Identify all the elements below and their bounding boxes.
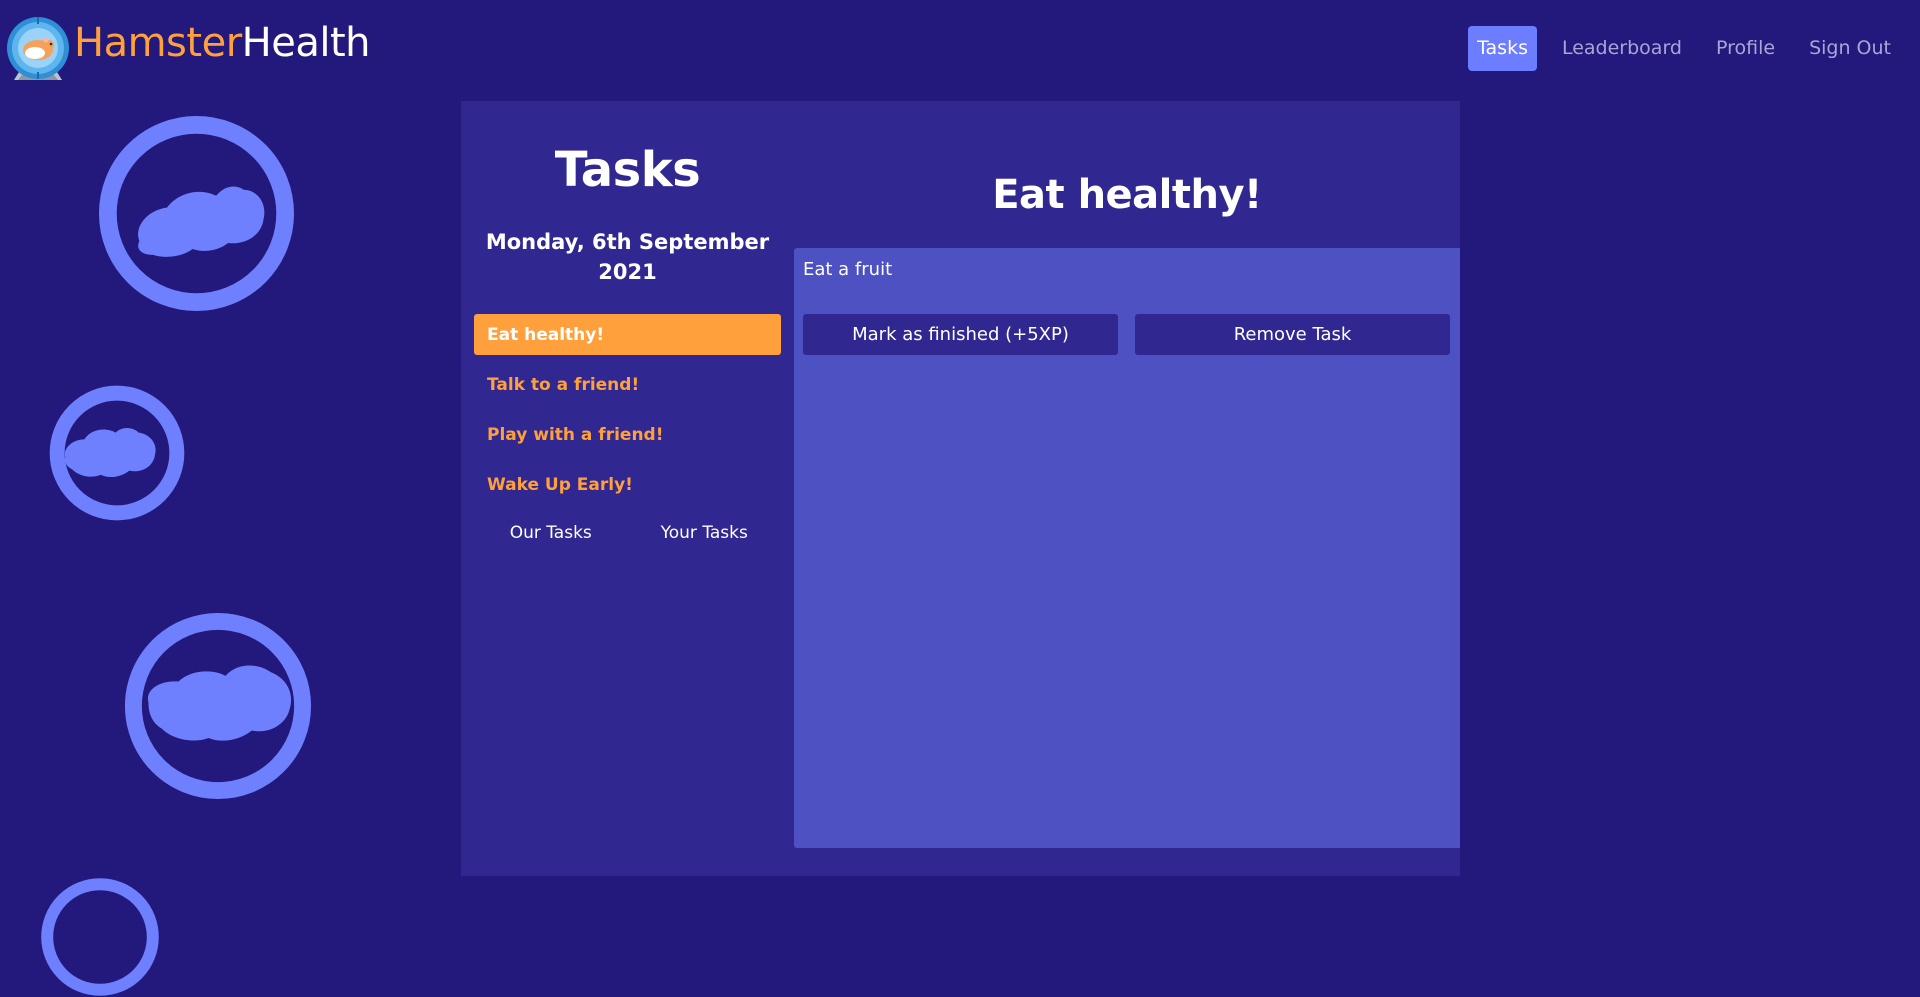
nav-profile[interactable]: Profile [1707,26,1784,71]
tab-your-tasks[interactable]: Your Tasks [628,518,782,548]
task-detail: Eat healthy! Eat a fruit Mark as finishe… [794,101,1460,876]
nav-sign-out[interactable]: Sign Out [1800,26,1900,71]
page-title: Tasks [554,142,701,198]
task-item-talk-to-a-friend[interactable]: Talk to a friend! [474,364,781,405]
tab-our-tasks[interactable]: Our Tasks [474,518,628,548]
task-list: Eat healthy! Talk to a friend! Play with… [474,314,781,514]
nav-leaderboard[interactable]: Leaderboard [1553,26,1691,71]
navbar: HamsterHealth Tasks Leaderboard Profile … [0,0,1920,100]
task-description: Eat a fruit [803,259,893,280]
mark-finished-button[interactable]: Mark as finished (+5XP) [803,314,1118,355]
brand-name: HamsterHealth [74,20,371,66]
main-nav: Tasks Leaderboard Profile Sign Out [1468,26,1900,71]
task-item-wake-up-early[interactable]: Wake Up Early! [474,464,781,505]
hamster-wheel-icon [49,385,185,521]
task-detail-card: Eat a fruit Mark as finished (+5XP) Remo… [794,248,1460,848]
task-tabs: Our Tasks Your Tasks [474,518,781,548]
task-detail-title: Eat healthy! [992,172,1262,218]
task-item-play-with-a-friend[interactable]: Play with a friend! [474,414,781,455]
task-item-eat-healthy[interactable]: Eat healthy! [474,314,781,355]
brand-name-health: Health [241,20,371,66]
nav-tasks[interactable]: Tasks [1468,26,1537,71]
remove-task-button[interactable]: Remove Task [1135,314,1450,355]
brand[interactable]: HamsterHealth [4,12,371,82]
hamster-wheel-icon [98,115,295,312]
hamster-wheel-icon [124,612,312,800]
hamster-wheel-icon [41,878,159,996]
tasks-panel: Tasks Monday, 6th September 2021 Eat hea… [461,101,1460,876]
brand-name-hamster: Hamster [74,20,242,66]
hamster-wheel-logo-icon [7,17,69,80]
current-date: Monday, 6th September 2021 [485,230,770,284]
